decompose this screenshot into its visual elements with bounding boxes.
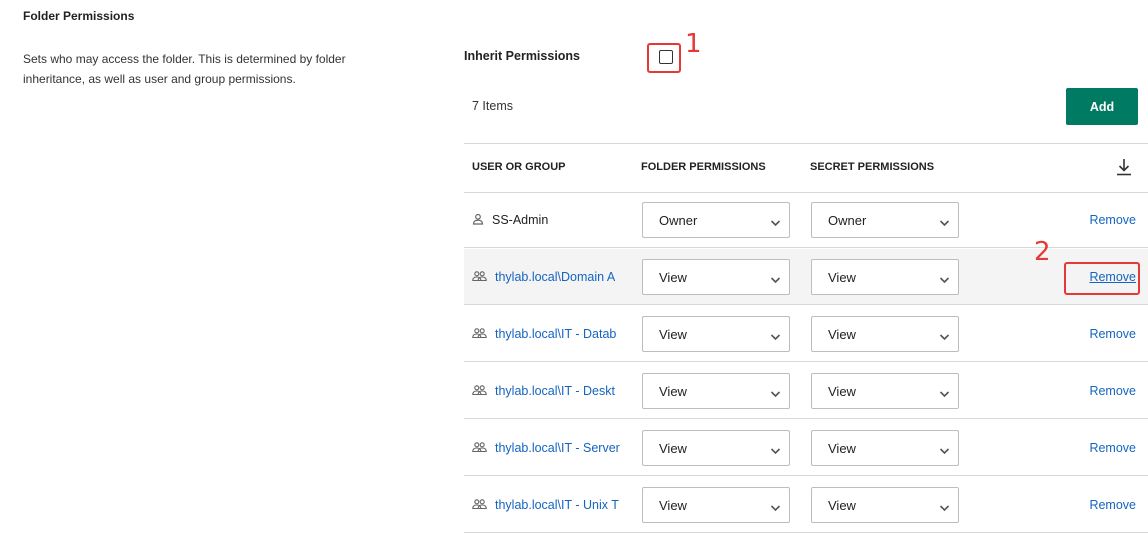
user-or-group-name[interactable]: thylab.local\IT - Deskt bbox=[495, 384, 623, 398]
folder-permission-value: View bbox=[659, 326, 687, 342]
items-count: 7 Items bbox=[472, 99, 513, 113]
annotation-number-1: 1 bbox=[685, 29, 702, 59]
secret-permission-value: View bbox=[828, 269, 856, 285]
folder-permission-select[interactable]: View bbox=[642, 373, 790, 409]
remove-link[interactable]: Remove bbox=[1089, 363, 1136, 419]
folder-permission-select[interactable]: View bbox=[642, 487, 790, 523]
user-or-group-name[interactable]: thylab.local\IT - Datab bbox=[495, 327, 623, 341]
user-or-group-cell: SS-Admin bbox=[472, 192, 620, 248]
download-icon[interactable] bbox=[1116, 158, 1132, 181]
folder-permission-select[interactable]: View bbox=[642, 430, 790, 466]
section-title: Folder Permissions bbox=[23, 9, 135, 23]
secret-permission-select[interactable]: View bbox=[811, 487, 959, 523]
chevron-down-icon bbox=[770, 272, 781, 287]
secret-permission-select[interactable]: View bbox=[811, 373, 959, 409]
secret-permission-value: View bbox=[828, 383, 856, 399]
table-row: thylab.local\IT - Datab View View Remove bbox=[464, 306, 1148, 362]
folder-permission-value: Owner bbox=[659, 212, 698, 228]
inherit-permissions-checkbox[interactable] bbox=[659, 50, 673, 64]
header-folder-permissions[interactable]: FOLDER PERMISSIONS bbox=[641, 161, 766, 173]
secret-permission-select[interactable]: View bbox=[811, 259, 959, 295]
chevron-down-icon bbox=[939, 500, 950, 515]
section-description: Sets who may access the folder. This is … bbox=[23, 52, 346, 86]
chevron-down-icon bbox=[770, 329, 781, 344]
table-row: thylab.local\IT - Unix T View View Remove bbox=[464, 477, 1148, 533]
folder-permission-select[interactable]: Owner bbox=[642, 202, 790, 238]
folder-permission-select[interactable]: View bbox=[642, 259, 790, 295]
chevron-down-icon bbox=[939, 329, 950, 344]
user-or-group-name: SS-Admin bbox=[492, 213, 549, 227]
table-row: thylab.local\IT - Server View View Remove bbox=[464, 420, 1148, 476]
table-row: thylab.local\IT - Deskt View View Remove bbox=[464, 363, 1148, 419]
user-or-group-cell: thylab.local\Domain A bbox=[472, 249, 623, 305]
annotation-number-2: 2 bbox=[1034, 237, 1051, 267]
user-or-group-cell: thylab.local\IT - Deskt bbox=[472, 363, 623, 419]
user-or-group-name[interactable]: thylab.local\Domain A bbox=[495, 270, 623, 284]
user-or-group-cell: thylab.local\IT - Unix T bbox=[472, 477, 623, 533]
secret-permission-select[interactable]: View bbox=[811, 316, 959, 352]
group-icon bbox=[472, 327, 487, 342]
folder-permission-value: View bbox=[659, 497, 687, 513]
secret-permission-select[interactable]: View bbox=[811, 430, 959, 466]
folder-permission-select[interactable]: View bbox=[642, 316, 790, 352]
remove-highlight-box bbox=[1064, 262, 1140, 295]
secret-permission-value: View bbox=[828, 497, 856, 513]
inherit-permissions-label: Inherit Permissions bbox=[464, 49, 581, 63]
chevron-down-icon bbox=[939, 272, 950, 287]
chevron-down-icon bbox=[770, 215, 781, 230]
folder-permission-value: View bbox=[659, 440, 687, 456]
header-user-or-group[interactable]: USER OR GROUP bbox=[472, 161, 566, 173]
user-or-group-cell: thylab.local\IT - Datab bbox=[472, 306, 623, 362]
secret-permission-value: View bbox=[828, 440, 856, 456]
remove-link[interactable]: Remove bbox=[1089, 306, 1136, 362]
folder-permission-value: View bbox=[659, 383, 687, 399]
chevron-down-icon bbox=[770, 443, 781, 458]
remove-link[interactable]: Remove bbox=[1089, 192, 1136, 248]
add-button[interactable]: Add bbox=[1066, 88, 1138, 125]
table-header: USER OR GROUP FOLDER PERMISSIONS SECRET … bbox=[464, 143, 1148, 193]
user-or-group-name[interactable]: thylab.local\IT - Unix T bbox=[495, 498, 623, 512]
chevron-down-icon bbox=[770, 386, 781, 401]
secret-permission-value: Owner bbox=[828, 212, 867, 228]
chevron-down-icon bbox=[939, 443, 950, 458]
folder-permission-value: View bbox=[659, 269, 687, 285]
secret-permission-select[interactable]: Owner bbox=[811, 202, 959, 238]
group-icon bbox=[472, 270, 487, 285]
header-secret-permissions[interactable]: SECRET PERMISSIONS bbox=[810, 161, 934, 173]
user-icon bbox=[472, 213, 484, 228]
chevron-down-icon bbox=[939, 386, 950, 401]
secret-permission-value: View bbox=[828, 326, 856, 342]
group-icon bbox=[472, 441, 487, 456]
user-or-group-name[interactable]: thylab.local\IT - Server bbox=[495, 441, 623, 455]
remove-link[interactable]: Remove bbox=[1089, 477, 1136, 533]
group-icon bbox=[472, 384, 487, 399]
user-or-group-cell: thylab.local\IT - Server bbox=[472, 420, 623, 476]
chevron-down-icon bbox=[939, 215, 950, 230]
group-icon bbox=[472, 498, 487, 513]
remove-link[interactable]: Remove bbox=[1089, 420, 1136, 476]
chevron-down-icon bbox=[770, 500, 781, 515]
